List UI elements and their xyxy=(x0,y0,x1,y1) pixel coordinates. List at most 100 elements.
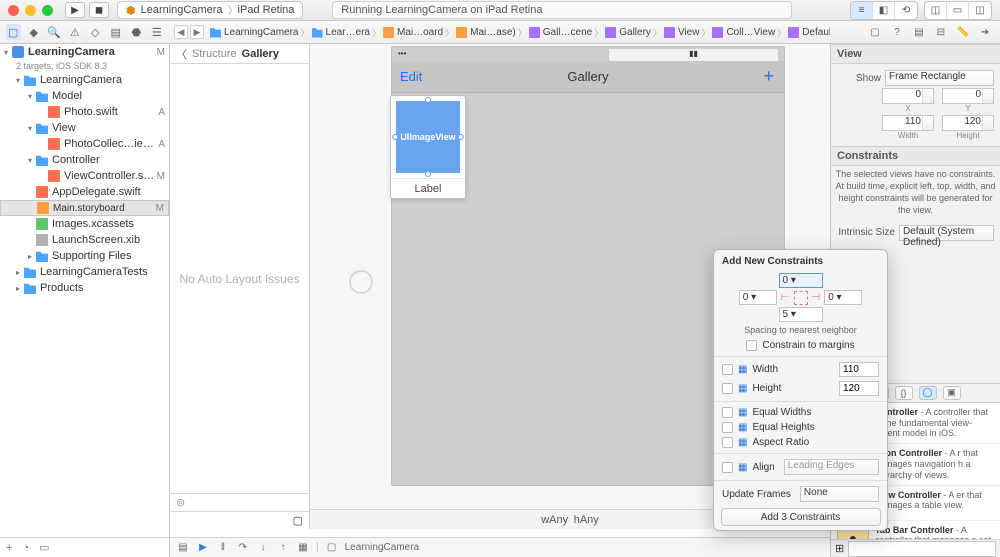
grid-toggle-icon[interactable]: ⊞ xyxy=(835,542,844,555)
back-button[interactable]: ◀ xyxy=(174,25,188,39)
resize-handle-top[interactable] xyxy=(425,97,431,103)
height-input[interactable] xyxy=(839,381,879,396)
y-field[interactable]: 0 xyxy=(942,88,994,104)
find-navigator-icon[interactable]: 🔍 xyxy=(47,24,62,40)
navigation-bar[interactable]: Edit Gallery + xyxy=(392,61,784,93)
back-chevron-icon[interactable]: 〈 xyxy=(176,46,187,62)
identity-inspector-icon[interactable]: ▤ xyxy=(910,24,928,40)
height-field[interactable]: 120 xyxy=(942,115,994,131)
process-name[interactable]: LearningCamera xyxy=(345,542,420,553)
pause-button[interactable]: ‖ xyxy=(216,541,230,555)
resize-handle-bottom[interactable] xyxy=(425,171,431,177)
tree-row[interactable]: ▾View xyxy=(0,120,169,136)
eq-height-checkbox[interactable] xyxy=(722,422,733,433)
object-library-tab[interactable]: ◯ xyxy=(919,386,937,400)
project-navigator-icon[interactable]: ▢ xyxy=(6,24,21,40)
code-snippet-tab[interactable]: {} xyxy=(895,386,913,400)
tree-row[interactable]: PhotoCollec…iewCell.swiftA xyxy=(0,136,169,152)
x-field[interactable]: 0 xyxy=(882,88,934,104)
tree-row[interactable]: ▸Supporting Files xyxy=(0,248,169,264)
inspector-tabs[interactable]: ▢ ? ▤ ⊟ 📏 ➜ xyxy=(830,24,1000,40)
report-navigator-icon[interactable]: ☰ xyxy=(150,24,165,40)
media-library-tab[interactable]: ▣ xyxy=(943,386,961,400)
filter-scm-icon[interactable]: ▭ xyxy=(39,541,49,554)
tree-row[interactable]: LaunchScreen.xib xyxy=(0,232,169,248)
collection-cell[interactable]: UIImageView Label xyxy=(390,95,466,199)
tree-row[interactable]: Images.xcassets xyxy=(0,216,169,232)
width-checkbox[interactable] xyxy=(722,364,733,375)
toggle-outline-icon[interactable]: ▢ xyxy=(293,514,303,527)
image-view-selected[interactable]: UIImageView xyxy=(396,101,460,173)
issue-navigator-icon[interactable]: ⚠ xyxy=(68,24,83,40)
tree-row[interactable]: AppDelegate.swift xyxy=(0,184,169,200)
tree-row[interactable]: Photo.swiftA xyxy=(0,104,169,120)
tree-row[interactable]: ▾Model xyxy=(0,88,169,104)
filter-recent-icon[interactable]: ◔ xyxy=(22,542,29,554)
align-select[interactable]: Leading Edges xyxy=(784,459,879,475)
traffic-lights xyxy=(8,5,53,16)
scheme-device: iPad Retina xyxy=(238,4,295,16)
run-button[interactable]: ▶ xyxy=(65,2,85,18)
attr-inspector-icon[interactable]: ⊟ xyxy=(932,24,950,40)
view-debug-icon[interactable]: ▦ xyxy=(296,541,310,555)
test-navigator-icon[interactable]: ◇ xyxy=(88,24,103,40)
navigator-tabs[interactable]: ▢ ◆ 🔍 ⚠ ◇ ▤ ⬣ ☰ xyxy=(0,24,170,40)
breakpoint-navigator-icon[interactable]: ⬣ xyxy=(129,24,144,40)
filter-icon[interactable]: ⊚ xyxy=(176,496,185,509)
minimize-icon[interactable] xyxy=(25,5,36,16)
outline-header[interactable]: 〈 Structure Gallery xyxy=(170,44,309,64)
resize-handle-left[interactable] xyxy=(392,134,398,140)
hide-debug-icon[interactable]: ▤ xyxy=(176,541,190,555)
scheme-selector[interactable]: ⬢ LearningCamera 〉 iPad Retina xyxy=(117,1,303,19)
resize-handle-right[interactable] xyxy=(458,134,464,140)
step-in-button[interactable]: ↓ xyxy=(256,541,270,555)
project-root[interactable]: ▾ LearningCamera M xyxy=(0,44,169,60)
eq-width-checkbox[interactable] xyxy=(722,407,733,418)
top-spacing-field[interactable]: 0 ▾ xyxy=(779,273,823,288)
margins-checkbox[interactable] xyxy=(746,340,757,351)
cell-label[interactable]: Label xyxy=(391,178,465,198)
tree-row[interactable]: ▾Controller xyxy=(0,152,169,168)
stop-button[interactable]: ◼ xyxy=(89,2,109,18)
history-nav: ◀ ▶ xyxy=(174,25,204,39)
add-item-button[interactable]: + xyxy=(763,66,774,87)
connections-inspector-icon[interactable]: ➜ xyxy=(976,24,994,40)
bottom-spacing-field[interactable]: 5 ▾ xyxy=(779,307,823,322)
aspect-checkbox[interactable] xyxy=(722,437,733,448)
zoom-icon[interactable] xyxy=(42,5,53,16)
battery-icon: ▮▮ xyxy=(689,49,698,58)
editor-mode-segment[interactable]: ≡◧⟲ xyxy=(850,1,918,20)
symbol-navigator-icon[interactable]: ◆ xyxy=(27,24,42,40)
align-checkbox[interactable] xyxy=(722,462,733,473)
tree-row[interactable]: ▸LearningCameraTests xyxy=(0,264,169,280)
tree-row[interactable]: ViewController.swiftM xyxy=(0,168,169,184)
tree-row[interactable]: Main.storyboardM xyxy=(0,200,169,216)
file-inspector-icon[interactable]: ▢ xyxy=(866,24,884,40)
edit-button[interactable]: Edit xyxy=(400,69,422,84)
update-frames-select[interactable]: None xyxy=(800,486,879,502)
show-select[interactable]: Frame Rectangle xyxy=(885,70,994,86)
step-out-button[interactable]: ↑ xyxy=(276,541,290,555)
width-field[interactable]: 110 xyxy=(882,115,934,131)
intrinsic-select[interactable]: Default (System Defined) xyxy=(899,225,994,241)
height-checkbox[interactable] xyxy=(722,383,733,394)
debug-navigator-icon[interactable]: ▤ xyxy=(109,24,124,40)
add-constraints-button[interactable]: Add 3 Constraints xyxy=(721,508,881,526)
help-inspector-icon[interactable]: ? xyxy=(888,24,906,40)
add-button[interactable]: + xyxy=(6,542,12,554)
tree-row[interactable]: ▾LearningCamera xyxy=(0,72,169,88)
size-inspector-icon[interactable]: 📏 xyxy=(954,24,972,40)
left-spacing-field[interactable]: 0 ▾ xyxy=(739,290,777,305)
status-bar: ••• ▮▮ xyxy=(392,47,784,61)
forward-button[interactable]: ▶ xyxy=(190,25,204,39)
width-input[interactable] xyxy=(839,362,879,377)
close-icon[interactable] xyxy=(8,5,19,16)
continue-button[interactable]: ▶ xyxy=(196,541,210,555)
library-filter-input[interactable] xyxy=(848,541,996,557)
panel-visibility-segment[interactable]: ◫▭◫ xyxy=(924,1,992,20)
jump-bar[interactable]: ◀ ▶ LearningCamera〉 Lear…era〉 Mai…oard〉 … xyxy=(170,25,830,39)
tree-row[interactable]: ▸Products xyxy=(0,280,169,296)
right-spacing-field[interactable]: 0 ▾ xyxy=(824,290,862,305)
step-over-button[interactable]: ↷ xyxy=(236,541,250,555)
project-tree[interactable]: ▾ LearningCamera M 2 targets, iOS SDK 8.… xyxy=(0,44,169,537)
